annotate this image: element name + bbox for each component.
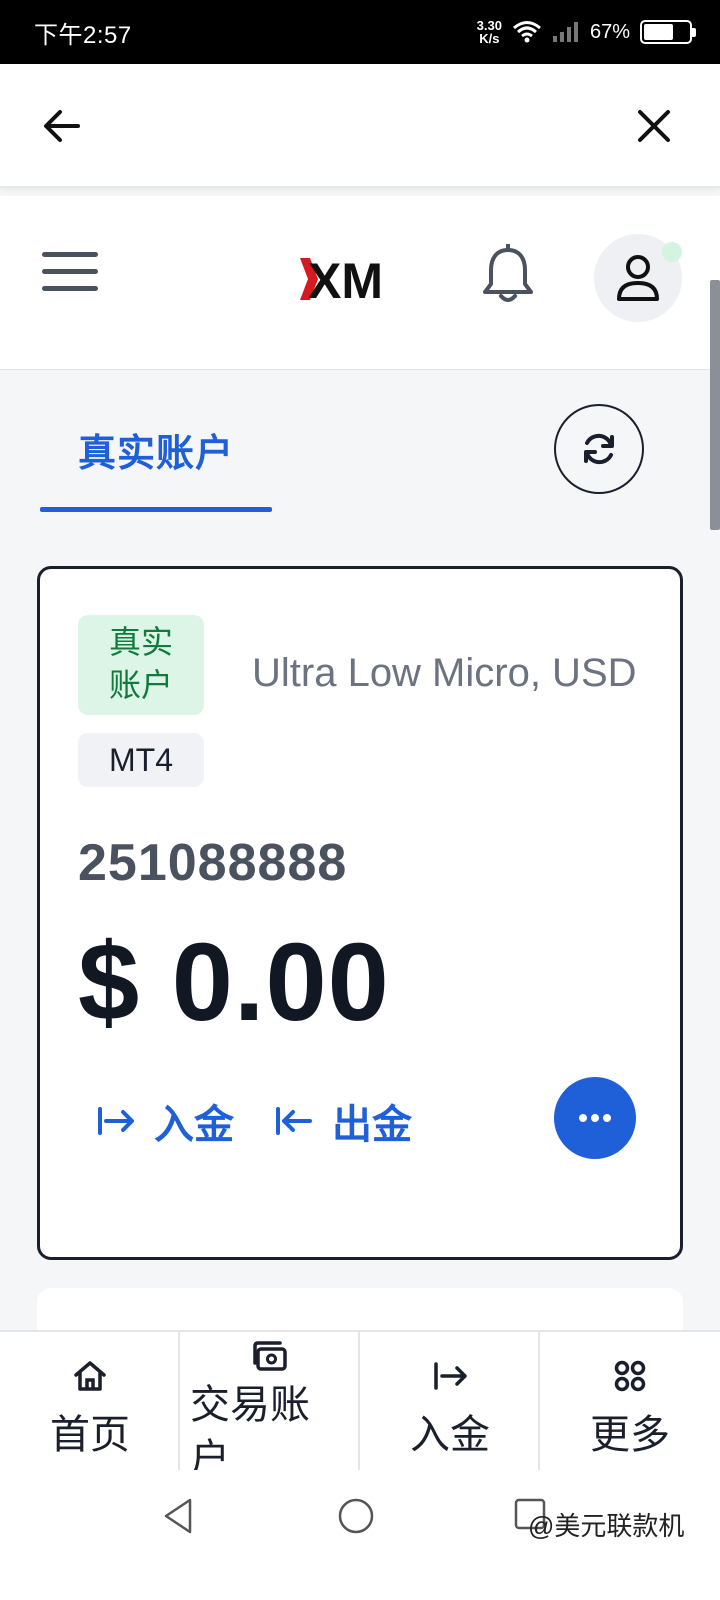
xm-logo: XM bbox=[300, 254, 383, 304]
close-icon bbox=[638, 110, 670, 142]
refresh-button[interactable] bbox=[554, 404, 644, 494]
deposit-label: 入金 bbox=[154, 1103, 234, 1147]
account-number: 251088888 bbox=[78, 834, 348, 892]
status-indicators: 3.30 K/s 67% bbox=[477, 19, 696, 45]
hamburger-menu-icon bbox=[42, 252, 98, 257]
more-dots-icon bbox=[579, 1114, 611, 1122]
system-home-icon[interactable] bbox=[336, 1496, 376, 1536]
account-type-badge-line1: 真实 bbox=[108, 624, 173, 660]
notifications-button[interactable] bbox=[480, 243, 536, 308]
app-header: XM bbox=[0, 196, 720, 370]
network-speed: 3.30 K/s bbox=[477, 19, 502, 45]
system-back-icon[interactable] bbox=[160, 1496, 196, 1536]
signal-icon bbox=[552, 22, 578, 42]
bottom-nav: 首页 交易账户 入金 更多 bbox=[0, 1330, 720, 1472]
close-button[interactable] bbox=[630, 102, 678, 150]
tab-real-account[interactable]: 真实账户 bbox=[40, 400, 272, 512]
grid-icon bbox=[614, 1360, 646, 1392]
bottom-nav-home[interactable]: 首页 bbox=[0, 1332, 180, 1472]
deposit-button[interactable]: 入金 bbox=[96, 1093, 234, 1149]
refresh-icon bbox=[584, 433, 614, 465]
deposit-icon bbox=[98, 1107, 134, 1135]
platform-badge: MT4 bbox=[78, 733, 204, 787]
bottom-nav-deposit-label: 入金 bbox=[410, 1413, 490, 1457]
withdraw-label: 出金 bbox=[332, 1103, 412, 1147]
menu-button[interactable] bbox=[42, 252, 98, 300]
more-options-button[interactable] bbox=[554, 1077, 636, 1159]
bottom-nav-trading-accounts[interactable]: 交易账户 bbox=[180, 1332, 360, 1472]
withdraw-icon bbox=[276, 1107, 312, 1135]
bell-icon bbox=[483, 243, 533, 302]
status-bar: 下午2:57 3.30 K/s 67% bbox=[0, 0, 720, 64]
withdraw-button[interactable]: 出金 bbox=[274, 1093, 412, 1149]
account-type-badge-line2: 账户 bbox=[108, 667, 173, 703]
tab-active-indicator bbox=[40, 507, 272, 512]
system-nav-bar: @美元联款机 bbox=[0, 1470, 720, 1600]
back-button[interactable] bbox=[38, 102, 86, 150]
battery-fill bbox=[644, 24, 674, 40]
user-icon bbox=[617, 255, 659, 301]
wallet-icon bbox=[253, 1341, 287, 1371]
home-icon bbox=[74, 1361, 106, 1391]
tab-real-account-label: 真实账户 bbox=[78, 433, 235, 475]
network-speed-unit: K/s bbox=[479, 31, 500, 46]
wifi-icon bbox=[513, 21, 541, 43]
bottom-nav-deposit[interactable]: 入金 bbox=[360, 1332, 540, 1472]
account-balance: $ 0.00 bbox=[78, 921, 390, 1044]
page-scrollbar[interactable] bbox=[710, 280, 720, 530]
status-dot bbox=[662, 242, 682, 262]
watermark-text: @美元联款机 bbox=[528, 1511, 685, 1541]
account-type-badge: 真实 账户 bbox=[78, 615, 204, 715]
battery-icon bbox=[640, 20, 696, 44]
arrow-left-icon bbox=[44, 110, 80, 142]
bottom-nav-trading-accounts-label: 交易账户 bbox=[190, 1383, 310, 1472]
bottom-nav-more[interactable]: 更多 bbox=[540, 1332, 720, 1472]
top-nav-bar bbox=[0, 64, 720, 188]
status-time: 下午2:57 bbox=[34, 21, 132, 49]
account-plan: Ultra Low Micro, USD bbox=[252, 651, 637, 695]
bottom-nav-home-label: 首页 bbox=[50, 1413, 130, 1457]
account-card: 真实 账户 MT4 Ultra Low Micro, USD 251088888… bbox=[37, 566, 683, 1260]
battery-percent: 67% bbox=[589, 20, 630, 43]
bottom-nav-more-label: 更多 bbox=[590, 1413, 670, 1457]
logo-text: XM bbox=[308, 254, 383, 304]
deposit-icon bbox=[434, 1362, 467, 1390]
